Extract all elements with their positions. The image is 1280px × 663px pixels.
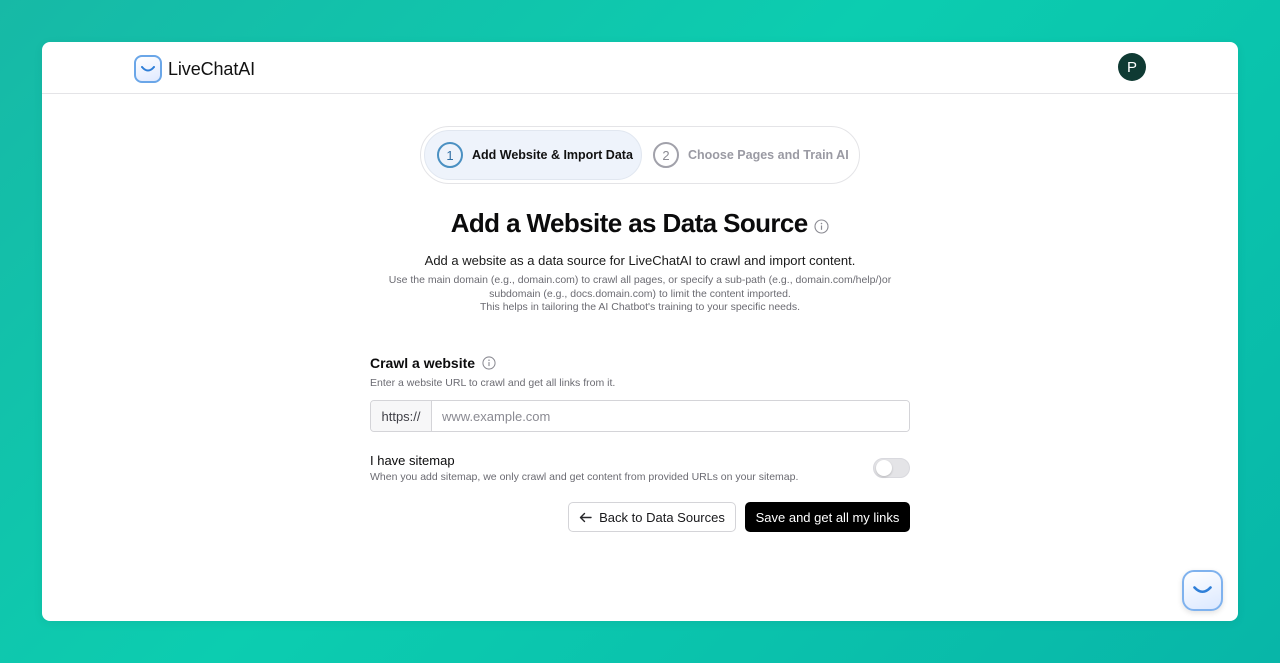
- info-icon[interactable]: [814, 210, 829, 241]
- crawl-label: Crawl a website: [370, 355, 476, 371]
- website-url-input[interactable]: [432, 401, 909, 431]
- step-label: Choose Pages and Train AI: [688, 148, 849, 162]
- page-subtitle: Add a website as a data source for LiveC…: [424, 253, 856, 268]
- page-title: Add a Website as Data Source: [450, 208, 809, 238]
- url-prefix: https://: [371, 401, 432, 431]
- helper-line: Use the main domain (e.g., domain.com) t…: [388, 274, 892, 286]
- chat-widget-icon[interactable]: [1182, 570, 1223, 611]
- helper-line: This helps in tailoring the AI Chatbot's…: [479, 301, 801, 313]
- logo[interactable]: LiveChatAI: [134, 55, 255, 83]
- step-choose-pages[interactable]: 2 Choose Pages and Train AI: [649, 130, 849, 180]
- sitemap-description: When you add sitemap, we only crawl and …: [370, 471, 799, 483]
- info-icon[interactable]: [482, 356, 496, 370]
- page-helper-text: Use the main domain (e.g., domain.com) t…: [362, 274, 918, 315]
- save-and-get-links-button[interactable]: Save and get all my links: [745, 502, 910, 532]
- app-name: LiveChatAI: [168, 58, 256, 79]
- crawl-section-title: Crawl a website: [370, 355, 496, 371]
- progress-stepper: 1 Add Website & Import Data 2 Choose Pag…: [420, 126, 860, 184]
- user-avatar[interactable]: P: [1118, 53, 1146, 81]
- toggle-knob: [876, 460, 892, 476]
- app-window: LiveChatAI P 1 Add Website & Import Data…: [42, 42, 1238, 621]
- url-input-group: https://: [370, 400, 910, 432]
- arrow-left-icon: [579, 512, 592, 522]
- crawl-description: Enter a website URL to crawl and get all…: [370, 377, 616, 389]
- livechatai-logo-icon: [134, 55, 162, 83]
- step-number: 1: [437, 142, 463, 168]
- step-number: 2: [653, 142, 679, 168]
- page-title-row: Add a Website as Data Source: [42, 208, 1238, 241]
- top-bar: LiveChatAI P: [42, 42, 1238, 94]
- back-to-data-sources-button[interactable]: Back to Data Sources: [568, 502, 736, 532]
- back-button-label: Back to Data Sources: [599, 509, 725, 525]
- helper-line: subdomain (e.g., docs.domain.com) to lim…: [489, 287, 791, 300]
- step-label: Add Website & Import Data: [472, 148, 633, 162]
- step-add-website[interactable]: 1 Add Website & Import Data: [424, 130, 642, 180]
- sitemap-toggle[interactable]: [873, 458, 910, 478]
- sitemap-label: I have sitemap: [370, 453, 455, 468]
